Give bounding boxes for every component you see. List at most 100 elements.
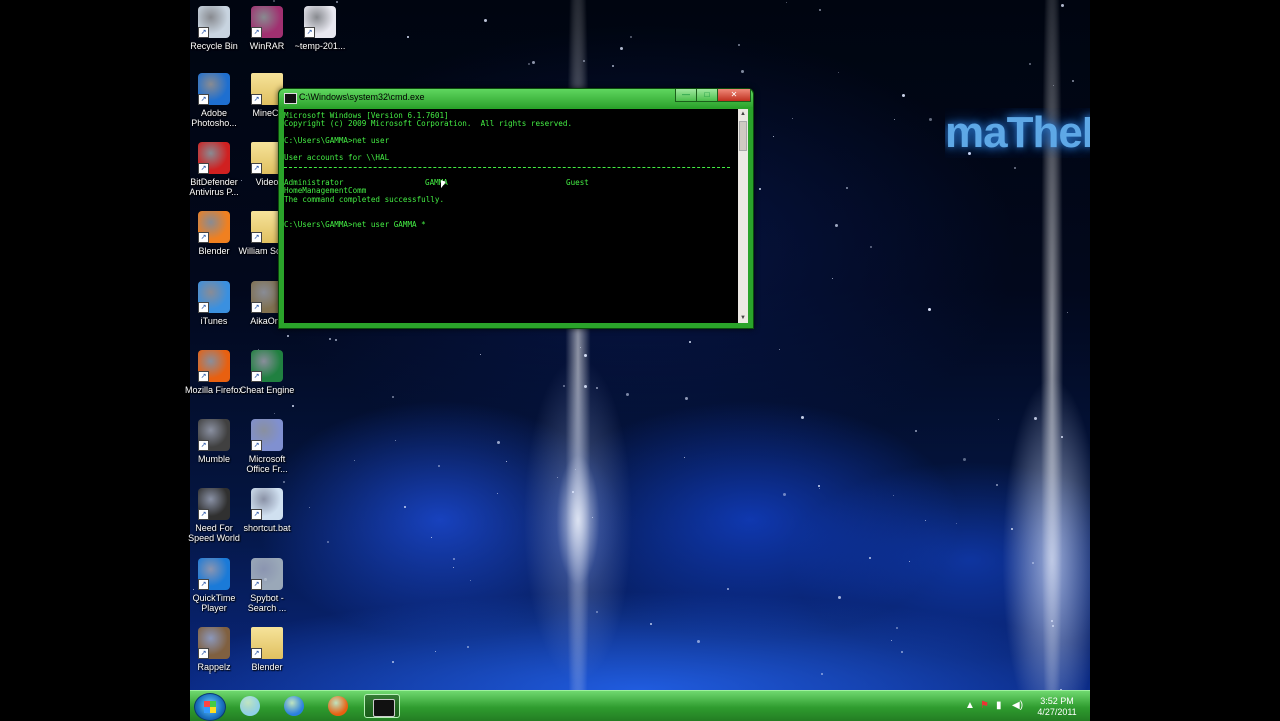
console-output[interactable]: Microsoft Windows [Version 6.1.7601] Cop… bbox=[284, 109, 738, 323]
shortcut-arrow-icon: ↗ bbox=[198, 648, 209, 659]
star bbox=[895, 627, 898, 630]
volume-icon[interactable]: ◀) bbox=[1012, 700, 1023, 711]
desktop-icon[interactable]: ↗ Blender bbox=[236, 627, 298, 672]
star bbox=[292, 405, 295, 408]
desktop-icon[interactable]: ↗ Microsoft Office Fr... bbox=[236, 419, 298, 474]
office-icon: ↗ bbox=[251, 419, 283, 451]
star bbox=[392, 661, 395, 664]
star bbox=[619, 46, 623, 50]
star bbox=[831, 277, 833, 279]
star bbox=[869, 245, 872, 248]
taskbar: ▲ ⚑ ▮ ◀) 3:52 PM 4/27/2011 bbox=[190, 690, 1090, 721]
maximize-button[interactable]: □ bbox=[696, 89, 718, 102]
star bbox=[893, 119, 895, 121]
desktop-icon[interactable]: ↗ shortcut.bat bbox=[236, 488, 298, 533]
shortcut-arrow-icon: ↗ bbox=[198, 440, 209, 451]
clock-date: 4/27/2011 bbox=[1037, 707, 1077, 717]
star bbox=[890, 640, 892, 642]
star bbox=[782, 493, 786, 497]
shortcut-arrow-icon: ↗ bbox=[251, 648, 262, 659]
shortcut-arrow-icon: ↗ bbox=[198, 232, 209, 243]
star bbox=[584, 354, 588, 358]
console-line: The command completed successfully. bbox=[284, 195, 445, 204]
firefox-icon bbox=[328, 696, 348, 716]
star bbox=[929, 118, 933, 122]
star bbox=[484, 19, 488, 23]
star bbox=[925, 520, 927, 522]
rappelz-icon: ↗ bbox=[198, 627, 230, 659]
star bbox=[1014, 167, 1017, 170]
console-prompt: C:\Users\GAMMA>net user GAMMA * bbox=[284, 220, 426, 229]
star bbox=[430, 536, 432, 538]
mouse-cursor-icon bbox=[441, 180, 446, 190]
minimize-button[interactable]: — bbox=[675, 89, 697, 102]
star bbox=[1034, 416, 1038, 420]
star bbox=[801, 416, 805, 420]
console-line: C:\Users\GAMMA>net user bbox=[284, 136, 390, 145]
star bbox=[329, 338, 332, 340]
scroll-up-icon[interactable]: ▲ bbox=[739, 110, 747, 118]
star bbox=[626, 392, 630, 396]
console-scrollbar[interactable]: ▲ ▼ bbox=[738, 109, 748, 323]
star bbox=[955, 523, 957, 525]
star bbox=[1051, 625, 1054, 628]
star bbox=[741, 69, 745, 73]
star bbox=[528, 63, 531, 66]
star bbox=[272, 0, 275, 3]
star bbox=[479, 353, 481, 355]
cmd-window-icon bbox=[284, 93, 297, 104]
desktop-icon[interactable]: ↗ Spybot - Search ... bbox=[236, 558, 298, 613]
desktop-icon[interactable]: ↗ Cheat Engine bbox=[236, 350, 298, 395]
taskbar-button-firefox[interactable] bbox=[320, 694, 356, 718]
star bbox=[1029, 62, 1032, 65]
star bbox=[287, 334, 290, 337]
taskbar-button-cmd[interactable] bbox=[364, 694, 400, 718]
star bbox=[697, 639, 701, 643]
star bbox=[336, 0, 339, 3]
nfs-icon: ↗ bbox=[198, 488, 230, 520]
scroll-thumb[interactable] bbox=[739, 121, 747, 151]
star bbox=[1031, 561, 1034, 564]
star bbox=[758, 187, 761, 190]
close-button[interactable]: ✕ bbox=[717, 89, 751, 102]
star bbox=[1067, 311, 1069, 313]
folder-icon: ↗ bbox=[251, 627, 283, 659]
bitdefender-icon: ↗ bbox=[198, 142, 230, 174]
network-icon[interactable]: ▮ bbox=[996, 700, 1002, 711]
star bbox=[591, 517, 593, 519]
star bbox=[571, 490, 574, 493]
avi-file-icon: ↗ bbox=[304, 6, 336, 38]
shortcut-arrow-icon: ↗ bbox=[198, 163, 209, 174]
shortcut-arrow-icon: ↗ bbox=[304, 27, 315, 38]
star bbox=[785, 2, 787, 4]
camera-icon: ↗ bbox=[198, 73, 230, 105]
clock-time: 3:52 PM bbox=[1040, 696, 1074, 706]
star bbox=[453, 557, 456, 560]
star bbox=[726, 588, 729, 591]
scroll-down-icon[interactable]: ▼ bbox=[739, 314, 747, 322]
taskbar-button-itunes[interactable] bbox=[276, 694, 312, 718]
star bbox=[819, 488, 821, 490]
cheat-engine-icon: ↗ bbox=[251, 350, 283, 382]
winrar-icon: ↗ bbox=[251, 6, 283, 38]
star bbox=[611, 64, 614, 67]
star bbox=[580, 347, 582, 349]
star bbox=[928, 308, 932, 312]
star bbox=[846, 186, 849, 189]
cmd-window-title: C:\Windows\system32\cmd.exe bbox=[299, 92, 425, 102]
star bbox=[1010, 527, 1013, 530]
desktop-icon-label: Cheat Engine bbox=[239, 385, 295, 395]
bat-file-icon: ↗ bbox=[251, 488, 283, 520]
show-hidden-icons-icon[interactable]: ▲ bbox=[965, 700, 975, 711]
console-line: Copyright (c) 2009 Microsoft Corporation… bbox=[284, 119, 573, 128]
action-center-icon[interactable]: ⚑ bbox=[980, 700, 989, 711]
cmd-titlebar[interactable]: C:\Windows\system32\cmd.exe — □ ✕ bbox=[279, 89, 753, 107]
desktop-icon[interactable]: ↗ ~temp-201... bbox=[289, 6, 351, 51]
star bbox=[737, 44, 740, 47]
start-button[interactable] bbox=[194, 693, 226, 721]
taskbar-button-windows-explorer[interactable] bbox=[232, 694, 268, 718]
clock[interactable]: 3:52 PM 4/27/2011 bbox=[1032, 696, 1082, 718]
star bbox=[914, 429, 917, 432]
star bbox=[683, 456, 685, 458]
cmd-window[interactable]: C:\Windows\system32\cmd.exe — □ ✕ Micros… bbox=[278, 88, 754, 329]
